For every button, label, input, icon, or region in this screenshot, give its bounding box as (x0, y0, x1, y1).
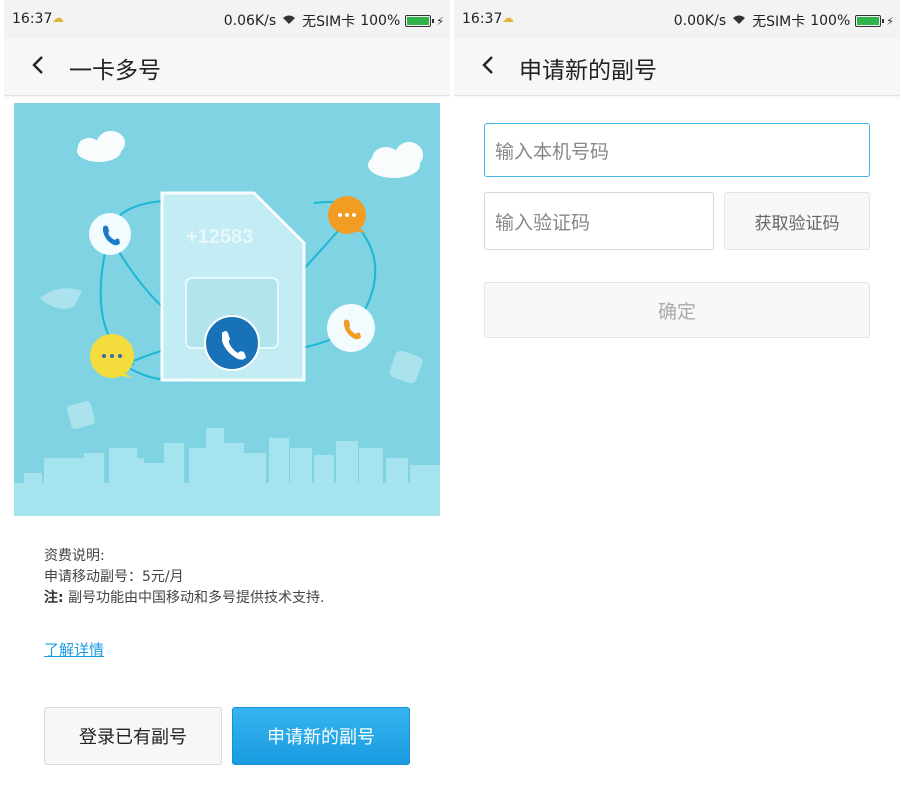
battery-icon (855, 15, 885, 27)
learn-more-link[interactable]: 了解详情 (44, 639, 104, 660)
fee-info: 资费说明: 申请移动副号：5元/月 注: 副号功能由中国移动和多号提供技术支持. (44, 546, 325, 609)
back-arrow-icon[interactable] (474, 50, 504, 80)
phone-icon (89, 213, 131, 255)
cloud-icon (77, 131, 423, 178)
sim-status: 无SIM卡 (302, 14, 356, 30)
status-time: 16:37 (462, 11, 503, 27)
weather-icon: ☁ (502, 11, 514, 25)
banner-number: +12583 (186, 226, 253, 248)
back-arrow-icon[interactable] (24, 50, 54, 80)
title-bar: 申请新的副号 (454, 38, 900, 96)
charging-icon: ⚡ (886, 14, 894, 28)
city-skyline (14, 428, 440, 516)
banner-illustration: +12583 (14, 103, 440, 516)
network-speed: 0.06K/s (223, 13, 277, 29)
phone-icon (204, 315, 260, 371)
fee-title: 资费说明: (44, 548, 105, 564)
status-bar: 16:37 ☁ 0.06K/s 无SIM卡 100% ⚡ (4, 0, 450, 38)
note-text: 副号功能由中国移动和多号提供技术支持. (68, 590, 325, 606)
title-bar: 一卡多号 (4, 38, 450, 96)
verification-code-input[interactable]: 输入验证码 (484, 192, 714, 250)
wifi-icon (281, 13, 297, 29)
status-right: 0.00K/s 无SIM卡 100% ⚡ (674, 11, 894, 31)
weather-icon: ☁ (52, 11, 64, 25)
fee-note: 注: 副号功能由中国移动和多号提供技术支持. (44, 588, 325, 609)
phone-icon (327, 304, 375, 352)
fee-price: 申请移动副号：5元/月 (44, 569, 184, 585)
battery-percent: 100% (810, 13, 851, 29)
battery-icon (405, 15, 435, 27)
sim-status: 无SIM卡 (752, 14, 806, 30)
get-code-button[interactable]: 获取验证码 (724, 192, 870, 250)
page-title: 一卡多号 (69, 58, 161, 84)
confirm-button[interactable]: 确定 (484, 282, 870, 338)
status-bar: 16:37 ☁ 0.00K/s 无SIM卡 100% ⚡ (454, 0, 900, 38)
chat-bubble-icon (90, 334, 134, 378)
charging-icon: ⚡ (436, 14, 444, 28)
wifi-icon (731, 13, 747, 29)
apply-new-number-button[interactable]: 申请新的副号 (232, 707, 410, 765)
note-label: 注: (44, 590, 64, 606)
chat-bubble-icon (328, 196, 366, 234)
right-screen: 16:37 ☁ 0.00K/s 无SIM卡 100% ⚡ 申请新的副号 输入本机… (454, 0, 900, 800)
status-right: 0.06K/s 无SIM卡 100% ⚡ (224, 11, 444, 31)
network-speed: 0.00K/s (673, 13, 727, 29)
phone-number-input[interactable]: 输入本机号码 (484, 123, 870, 177)
status-time: 16:37 (12, 11, 53, 27)
mask-icon (40, 288, 82, 309)
battery-percent: 100% (360, 13, 401, 29)
dice-icon (389, 350, 423, 384)
login-existing-button[interactable]: 登录已有副号 (44, 707, 222, 765)
page-title: 申请新的副号 (519, 58, 657, 84)
left-screen: 16:37 ☁ 0.06K/s 无SIM卡 100% ⚡ 一卡多号 +12583… (4, 0, 450, 800)
